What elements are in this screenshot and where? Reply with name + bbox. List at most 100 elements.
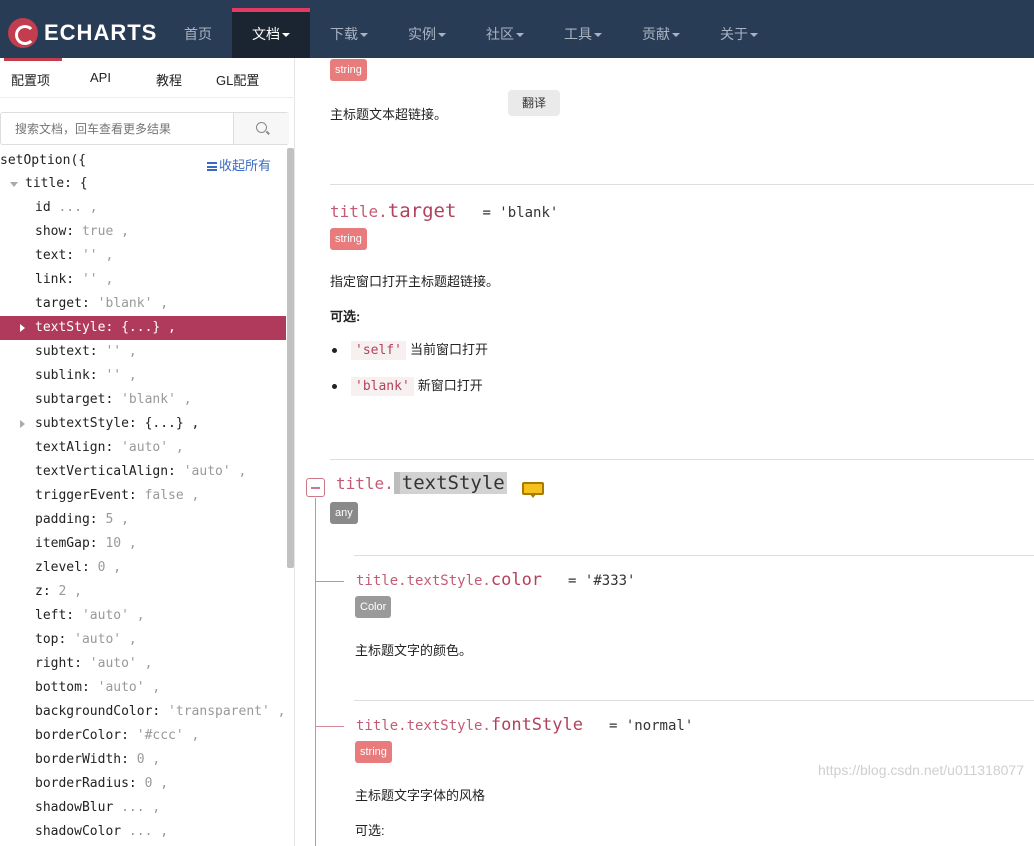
tree-row[interactable]: borderWidth: 0 , — [0, 748, 286, 772]
tree-row-content: textStyle: {...} , — [35, 316, 176, 340]
tree-row[interactable]: zlevel: 0 , — [0, 556, 286, 580]
translate-button[interactable]: 翻译 — [508, 90, 560, 116]
tree-row[interactable]: sublink: '' , — [0, 364, 286, 388]
tree-row[interactable]: triggerEvent: false , — [0, 484, 286, 508]
options-label: 可选: — [355, 823, 385, 838]
tree-row-value: 10 , — [97, 536, 137, 551]
tree-row-content: textVerticalAlign: 'auto' , — [35, 460, 246, 484]
tab-gl-options[interactable]: GL配置 — [216, 70, 259, 89]
nav-item-about[interactable]: 关于 — [700, 12, 778, 58]
chevron-down-icon — [750, 33, 758, 38]
tree-row[interactable]: title: { — [0, 172, 286, 196]
nav-item-download[interactable]: 下载 — [310, 12, 388, 58]
tree-row[interactable]: shadowColor ... , — [0, 820, 286, 844]
tree-row-value: 0 , — [128, 752, 161, 767]
tree-row-value: 2 , — [50, 584, 82, 599]
bullet-icon — [332, 384, 337, 390]
nav-item-contribute[interactable]: 贡献 — [622, 12, 700, 58]
tab-options[interactable]: 配置项 — [11, 70, 50, 89]
tree-row-key: sublink: — [35, 368, 98, 383]
search-button[interactable] — [233, 113, 289, 144]
tree-row-content: padding: 5 , — [35, 508, 129, 532]
echarts-logo[interactable]: ECHARTS — [8, 18, 157, 48]
tree-row-key: shadowBlur — [35, 800, 114, 815]
target-description: 指定窗口打开主标题超链接。 — [330, 274, 500, 289]
tree-row-content: borderColor: '#ccc' , — [35, 724, 199, 748]
tree-row-key: top: — [35, 632, 67, 647]
tree-row[interactable]: textVerticalAlign: 'auto' , — [0, 460, 286, 484]
tree-row[interactable]: shadowBlur ... , — [0, 796, 286, 820]
divider — [330, 459, 1034, 460]
tree-row[interactable]: borderRadius: 0 , — [0, 772, 286, 796]
nav-item-docs[interactable]: 文档 — [232, 12, 310, 58]
tree-row[interactable]: subtext: '' , — [0, 340, 286, 364]
tree-row-value: 'transparent' , — [160, 704, 286, 719]
nav-item-tools[interactable]: 工具 — [544, 12, 622, 58]
property-textstyle-fontstyle: title.textStyle.fontStyle = 'normal' — [356, 715, 694, 735]
tree-row[interactable]: borderColor: '#ccc' , — [0, 724, 286, 748]
nav-item-community[interactable]: 社区 — [466, 12, 544, 58]
tab-api[interactable]: API — [90, 70, 111, 85]
tree-row-key: left: — [35, 608, 75, 623]
sidebar-scrollbar[interactable] — [287, 148, 294, 568]
tree-row[interactable]: link: '' , — [0, 268, 286, 292]
tree-row-content: textAlign: 'auto' , — [35, 436, 184, 460]
tree-row-value: 'auto' , — [113, 440, 184, 455]
tree-row-key: zlevel: — [35, 560, 90, 575]
search-input[interactable] — [1, 113, 233, 144]
tree-row[interactable]: right: 'auto' , — [0, 652, 286, 676]
tree-row[interactable]: left: 'auto' , — [0, 604, 286, 628]
nav-item-examples[interactable]: 实例 — [388, 12, 466, 58]
collapsed-arrow-icon[interactable] — [20, 324, 25, 332]
tree-row[interactable]: subtextStyle: {...} , — [0, 412, 286, 436]
tree-row[interactable]: target: 'blank' , — [0, 292, 286, 316]
tree-row[interactable]: textAlign: 'auto' , — [0, 436, 286, 460]
tree-row-value: 5 , — [97, 512, 129, 527]
divider — [354, 555, 1034, 556]
tab-tutorial[interactable]: 教程 — [156, 70, 182, 89]
tree-row-value: 'auto' , — [81, 656, 153, 671]
expand-arrow-icon[interactable] — [10, 182, 18, 187]
tree-row[interactable]: text: '' , — [0, 244, 286, 268]
tree-head: setOption({ — [0, 153, 87, 168]
nav-item-home[interactable]: 首页 — [160, 12, 236, 58]
tree-connector — [316, 581, 344, 582]
tree-row-content: link: '' , — [35, 268, 113, 292]
tree-row-key: right: — [35, 656, 82, 671]
collapse-toggle-icon[interactable] — [306, 478, 325, 497]
tree-row[interactable]: itemGap: 10 , — [0, 532, 286, 556]
tree-row[interactable]: backgroundColor: 'transparent' , — [0, 700, 286, 724]
tree-row[interactable]: padding: 5 , — [0, 508, 286, 532]
tree-row[interactable]: z: 2 , — [0, 580, 286, 604]
tree-row-value: 0 , — [89, 560, 122, 575]
tree-row-value: ... , — [50, 200, 98, 215]
tree-row[interactable]: id ... , — [0, 196, 286, 220]
tree-row-value: 'blank' , — [113, 392, 192, 407]
tree-row[interactable]: show: true , — [0, 220, 286, 244]
search-box — [0, 112, 289, 145]
sidebar: 配置项 API 教程 GL配置 setOption({ 收起所有 title: … — [0, 58, 295, 846]
tree-row-content: borderRadius: 0 , — [35, 772, 168, 796]
collapsed-arrow-icon[interactable] — [20, 420, 25, 428]
bullet-icon — [332, 348, 337, 354]
tree-row[interactable]: subtarget: 'blank' , — [0, 388, 286, 412]
tree-row-key: textVerticalAlign: — [35, 464, 176, 479]
tree-row-key: backgroundColor: — [35, 704, 161, 719]
type-badge: string — [330, 228, 367, 250]
tree-row-content: subtextStyle: {...} , — [35, 412, 199, 436]
comment-icon[interactable] — [522, 482, 544, 498]
tree-row-value: 'blank' , — [89, 296, 169, 311]
tree-row-value: '' , — [97, 368, 137, 383]
tree-row-content: show: true , — [35, 220, 129, 244]
tree-row-key: borderColor: — [35, 728, 129, 743]
divider — [354, 700, 1034, 701]
tree-row[interactable]: top: 'auto' , — [0, 628, 286, 652]
tree-row-key: bottom: — [35, 680, 90, 695]
fontstyle-description: 主标题文字字体的风格 — [355, 788, 486, 803]
tree-row[interactable]: bottom: 'auto' , — [0, 676, 286, 700]
tree-row-key: subtext: — [35, 344, 98, 359]
tree-row-key: show: — [35, 224, 75, 239]
tree-row-key: padding: — [35, 512, 98, 527]
tree-row-selected[interactable]: textStyle: {...} , — [0, 316, 286, 340]
tree-row-key: triggerEvent: — [35, 488, 137, 503]
